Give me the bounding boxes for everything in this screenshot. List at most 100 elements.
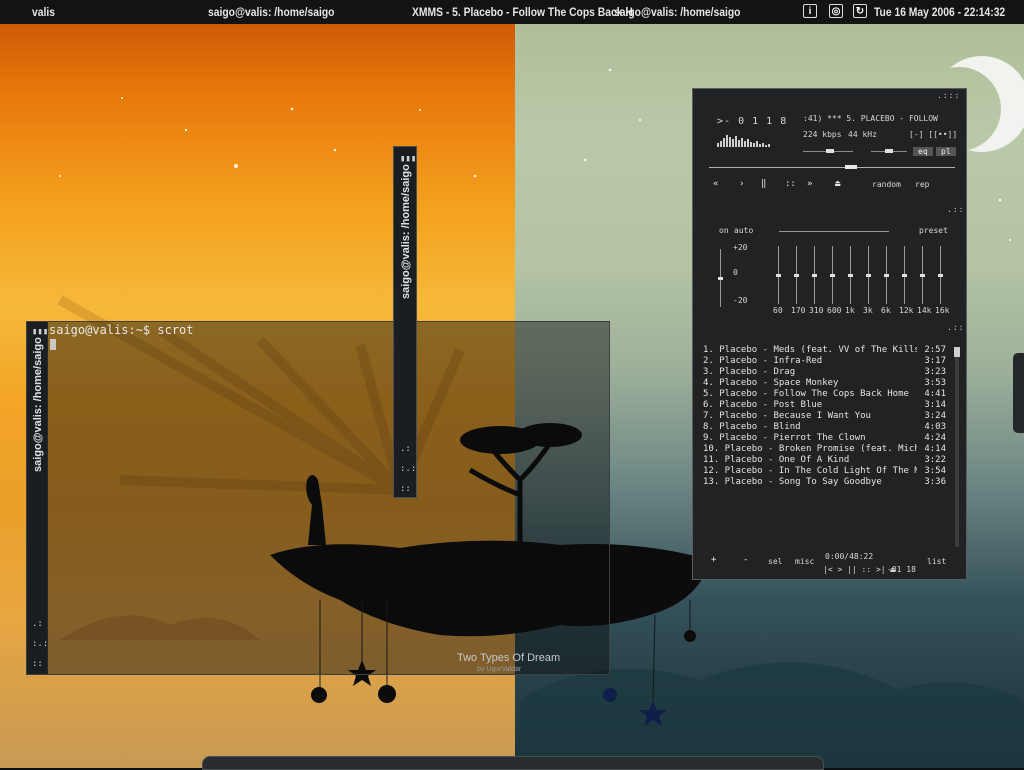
playlist-scroll-thumb[interactable] bbox=[954, 347, 960, 357]
window-menu-grip[interactable]: ▮▮▮ bbox=[32, 328, 48, 337]
eq-band-slider[interactable] bbox=[884, 246, 889, 304]
spectrum-analyzer[interactable] bbox=[717, 131, 781, 147]
playlist-toggle-button[interactable]: pl bbox=[936, 147, 956, 156]
eq-band-slider[interactable] bbox=[830, 246, 835, 304]
wallpaper-credit: by UgurValdar bbox=[477, 666, 522, 673]
info-icon[interactable]: i bbox=[803, 4, 817, 18]
playlist-scrollbar[interactable] bbox=[954, 347, 960, 547]
playlist-item[interactable]: 2. Placebo - Infra-Red 3:17 bbox=[703, 356, 946, 367]
menu-button[interactable]: valis bbox=[32, 5, 55, 19]
playlist-mini-transport[interactable]: |< > || :: >| ⏏ bbox=[823, 565, 895, 574]
eq-band-slider[interactable] bbox=[848, 246, 853, 304]
eq-band-slider[interactable] bbox=[920, 246, 925, 304]
close-grip[interactable]: :: bbox=[400, 485, 411, 494]
eq-band-knob[interactable] bbox=[866, 274, 871, 277]
eq-band-knob[interactable] bbox=[848, 274, 853, 277]
eq-band-slider[interactable] bbox=[812, 246, 817, 304]
eq-band-knob[interactable] bbox=[902, 274, 907, 277]
close-grip[interactable]: :: bbox=[32, 660, 43, 669]
playlist-list-button[interactable]: list bbox=[927, 557, 946, 566]
eq-band-knob[interactable] bbox=[830, 274, 835, 277]
eq-window-controls[interactable]: .:: bbox=[947, 205, 964, 214]
eq-band-knob[interactable] bbox=[776, 274, 781, 277]
playlist-item-duration: 3:17 bbox=[924, 356, 946, 366]
time-display[interactable]: >- 0 1 1 8 bbox=[717, 117, 787, 127]
eq-band-slider[interactable] bbox=[794, 246, 799, 304]
terminal-titlebar[interactable]: ▮▮▮ saigo@valis: /home/saigo .: :.: :: bbox=[27, 322, 48, 674]
taskbar-terminal-1[interactable]: saigo@valis: /home/saigo bbox=[208, 5, 334, 19]
playlist-item[interactable]: 8. Placebo - Blind 4:03 bbox=[703, 422, 946, 433]
side-dock[interactable] bbox=[1013, 353, 1024, 433]
eq-toggle-button[interactable]: eq bbox=[913, 147, 933, 156]
clock: Tue 16 May 2006 - 22:14:32 bbox=[874, 5, 1006, 19]
prev-icon[interactable]: « bbox=[713, 179, 718, 189]
eq-preamp-knob[interactable] bbox=[718, 277, 723, 280]
maximize-grip[interactable]: :.: bbox=[400, 465, 416, 474]
minimize-grip[interactable]: .: bbox=[400, 445, 411, 454]
playlist-item[interactable]: 11. Placebo - One Of A Kind 3:22 bbox=[703, 455, 946, 466]
random-button[interactable]: random bbox=[872, 180, 901, 189]
balance-slider[interactable] bbox=[871, 149, 907, 153]
playlist-item-title: 4. Placebo - Space Monkey bbox=[703, 378, 839, 388]
eject-icon[interactable]: ⏏ bbox=[835, 179, 840, 189]
eq-band-knob[interactable] bbox=[938, 274, 943, 277]
playlist-item-title: 1. Placebo - Meds (feat. VV of The Kills… bbox=[703, 345, 917, 355]
playlist-item[interactable]: 7. Placebo - Because I Want You 3:24 bbox=[703, 411, 946, 422]
shaded-terminal-window[interactable]: ▮▮▮ saigo@valis: /home/saigo .: :.: :: bbox=[393, 146, 417, 498]
eq-band-slider[interactable] bbox=[938, 246, 943, 304]
play-icon[interactable]: › bbox=[739, 179, 744, 189]
window-controls[interactable]: .::: bbox=[937, 91, 960, 100]
eq-on-button[interactable]: on bbox=[719, 226, 729, 235]
playlist-misc-button[interactable]: misc bbox=[795, 557, 814, 566]
volume-slider[interactable] bbox=[803, 149, 853, 153]
eq-band-slider[interactable] bbox=[902, 246, 907, 304]
xmms-player[interactable]: .::: >- 0 1 1 8 :41) *** 5. PLACEBO - FO… bbox=[692, 88, 967, 580]
playlist-item[interactable]: 3. Placebo - Drag 3:23 bbox=[703, 367, 946, 378]
pause-icon[interactable]: ‖ bbox=[761, 179, 766, 189]
playlist-window-controls[interactable]: .:: bbox=[947, 323, 964, 332]
eq-band-knob[interactable] bbox=[794, 274, 799, 277]
seek-bar[interactable] bbox=[709, 165, 955, 169]
eq-band-label: 60 bbox=[773, 306, 783, 315]
next-icon[interactable]: » bbox=[807, 179, 812, 189]
repeat-button[interactable]: rep bbox=[915, 180, 929, 189]
taskbar-xmms[interactable]: XMMS - 5. Placebo - Follow The Cops Back… bbox=[412, 5, 633, 19]
terminal-cursor bbox=[50, 339, 56, 350]
playlist-add-button[interactable]: + bbox=[711, 555, 716, 565]
eq-band-knob[interactable] bbox=[884, 274, 889, 277]
volume-knob[interactable] bbox=[826, 149, 834, 153]
playlist-item[interactable]: 13. Placebo - Song To Say Goodbye 3:36 bbox=[703, 477, 946, 488]
eq-band-knob[interactable] bbox=[812, 274, 817, 277]
camera-icon[interactable]: ◎ bbox=[829, 4, 843, 18]
eq-band-label: 3k bbox=[863, 306, 873, 315]
taskbar-terminal-2[interactable]: saigo@valis: /home/saigo bbox=[614, 5, 740, 19]
eq-auto-button[interactable]: auto bbox=[734, 226, 753, 235]
minimize-grip[interactable]: .: bbox=[32, 620, 43, 629]
eq-preamp-slider[interactable] bbox=[718, 249, 723, 307]
terminal-window[interactable]: ▮▮▮ saigo@valis: /home/saigo .: :.: :: s… bbox=[26, 321, 610, 675]
playlist-item[interactable]: 5. Placebo - Follow The Cops Back Home 4:… bbox=[703, 389, 946, 400]
maximize-grip[interactable]: :.: bbox=[32, 640, 48, 649]
eq-preset-button[interactable]: preset bbox=[919, 226, 948, 235]
playlist-remove-button[interactable]: - bbox=[743, 555, 748, 565]
eq-band-knob[interactable] bbox=[920, 274, 925, 277]
stop-icon[interactable]: :: bbox=[785, 179, 796, 189]
eq-band-slider[interactable] bbox=[866, 246, 871, 304]
playlist-item[interactable]: 4. Placebo - Space Monkey 3:53 bbox=[703, 378, 946, 389]
playlist-item-title: 13. Placebo - Song To Say Goodbye bbox=[703, 477, 882, 487]
playlist-item[interactable]: 6. Placebo - Post Blue 3:14 bbox=[703, 400, 946, 411]
playlist-item[interactable]: 9. Placebo - Pierrot The Clown 4:24 bbox=[703, 433, 946, 444]
eq-band-slider[interactable] bbox=[776, 246, 781, 304]
window-menu-grip[interactable]: ▮▮▮ bbox=[400, 155, 416, 164]
playlist-item[interactable]: 1. Placebo - Meds (feat. VV of The Kills… bbox=[703, 345, 946, 356]
refresh-icon[interactable]: ↻ bbox=[853, 4, 867, 18]
bitrate-display: 224 kbps bbox=[803, 130, 842, 139]
playlist-item[interactable]: 10. Placebo - Broken Promise (feat. Mich… bbox=[703, 444, 946, 455]
eq-band-label: 310 bbox=[809, 306, 824, 315]
balance-knob[interactable] bbox=[885, 149, 893, 153]
playlist-item-duration: 3:23 bbox=[924, 367, 946, 377]
playlist-select-button[interactable]: sel bbox=[768, 557, 782, 566]
seek-knob[interactable] bbox=[845, 165, 857, 169]
playlist-item[interactable]: 12. Placebo - In The Cold Light Of The M… bbox=[703, 466, 946, 477]
terminal-content[interactable]: saigo@valis:~$ scrot Two Types Of Dream … bbox=[47, 322, 609, 674]
